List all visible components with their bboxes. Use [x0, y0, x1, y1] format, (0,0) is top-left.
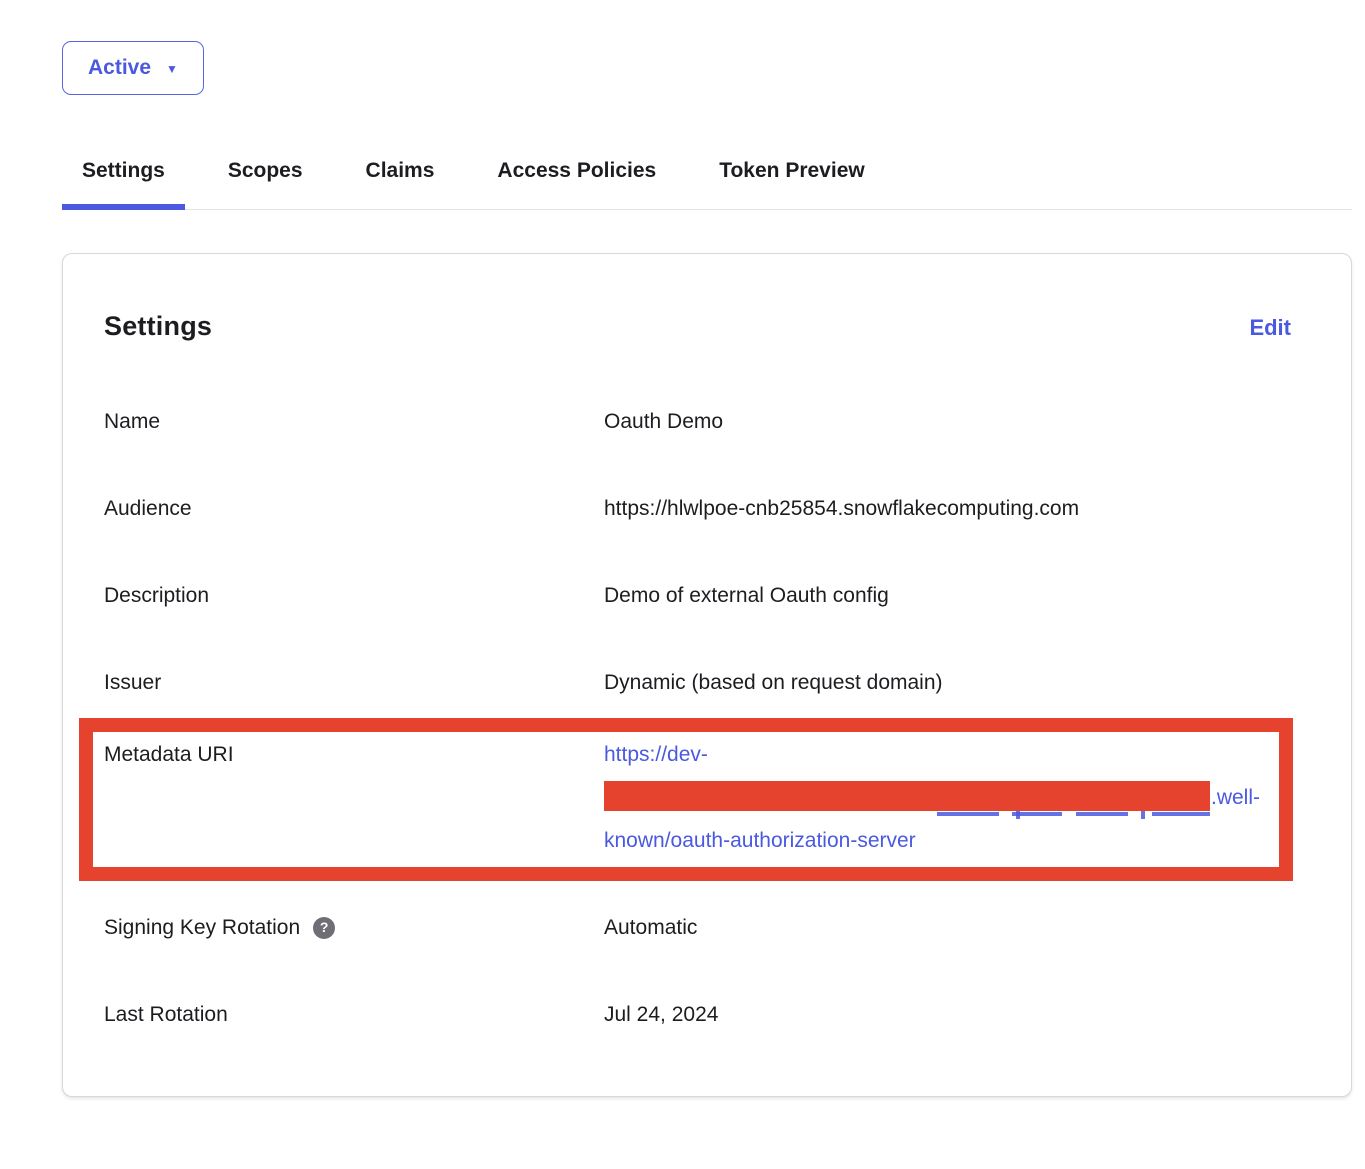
- tab-scopes[interactable]: Scopes: [208, 159, 323, 209]
- field-row-signing-key-rotation: Signing Key Rotation ? Automatic: [104, 914, 1291, 941]
- status-label: Active: [88, 56, 151, 80]
- field-label: Signing Key Rotation ?: [104, 914, 604, 941]
- field-label: Name: [104, 408, 604, 435]
- field-label: Last Rotation: [104, 1001, 604, 1028]
- status-dropdown-button[interactable]: Active ▼: [62, 41, 204, 95]
- field-row-audience: Audience https://hlwlpoe-cnb25854.snowfl…: [104, 495, 1291, 522]
- field-value: Dynamic (based on request domain): [604, 669, 943, 696]
- redacted-text-remnant: [937, 812, 999, 816]
- field-row-issuer: Issuer Dynamic (based on request domain): [104, 669, 1291, 696]
- field-row-metadata-uri: Metadata URI https://dev- .well- known/o…: [104, 733, 1291, 862]
- redacted-text-remnant: [1076, 812, 1128, 816]
- field-row-description: Description Demo of external Oauth confi…: [104, 582, 1291, 609]
- chevron-down-icon: ▼: [166, 62, 178, 76]
- redacted-text-remnant: [1016, 811, 1020, 819]
- metadata-uri-line-1: https://dev-: [604, 733, 1260, 776]
- field-value: Automatic: [604, 914, 697, 941]
- metadata-uri-line-2-suffix: .well-: [1211, 786, 1260, 809]
- field-label: Audience: [104, 495, 604, 522]
- field-row-last-rotation: Last Rotation Jul 24, 2024: [104, 1001, 1291, 1061]
- metadata-uri-link[interactable]: https://dev- .well- known/oauth-authoriz…: [604, 733, 1260, 862]
- field-label: Issuer: [104, 669, 604, 696]
- card-header: Settings Edit: [104, 311, 1291, 342]
- field-label-text: Signing Key Rotation: [104, 914, 300, 941]
- redacted-text-remnant: [1152, 812, 1210, 816]
- field-value: https://hlwlpoe-cnb25854.snowflakecomput…: [604, 495, 1079, 522]
- tab-bar: Settings Scopes Claims Access Policies T…: [62, 159, 1352, 210]
- metadata-uri-line-3: known/oauth-authorization-server: [604, 819, 1260, 862]
- field-value: Demo of external Oauth config: [604, 582, 889, 609]
- tab-claims[interactable]: Claims: [346, 159, 455, 209]
- tab-settings[interactable]: Settings: [62, 159, 185, 209]
- edit-link[interactable]: Edit: [1249, 315, 1291, 341]
- field-value: Oauth Demo: [604, 408, 723, 435]
- card-title: Settings: [104, 311, 212, 342]
- help-icon[interactable]: ?: [313, 917, 335, 939]
- redaction-bar: [604, 781, 1210, 811]
- tab-token-preview[interactable]: Token Preview: [699, 159, 885, 209]
- field-label: Metadata URI: [104, 733, 604, 776]
- redacted-text-remnant: [1141, 811, 1145, 819]
- tab-access-policies[interactable]: Access Policies: [477, 159, 676, 209]
- field-row-name: Name Oauth Demo: [104, 408, 1291, 435]
- metadata-uri-line-2: .well-: [604, 776, 1260, 819]
- settings-card: Settings Edit Name Oauth Demo Audience h…: [62, 253, 1352, 1097]
- field-value: Jul 24, 2024: [604, 1001, 718, 1028]
- page: Active ▼ Settings Scopes Claims Access P…: [0, 0, 1365, 1127]
- field-label: Description: [104, 582, 604, 609]
